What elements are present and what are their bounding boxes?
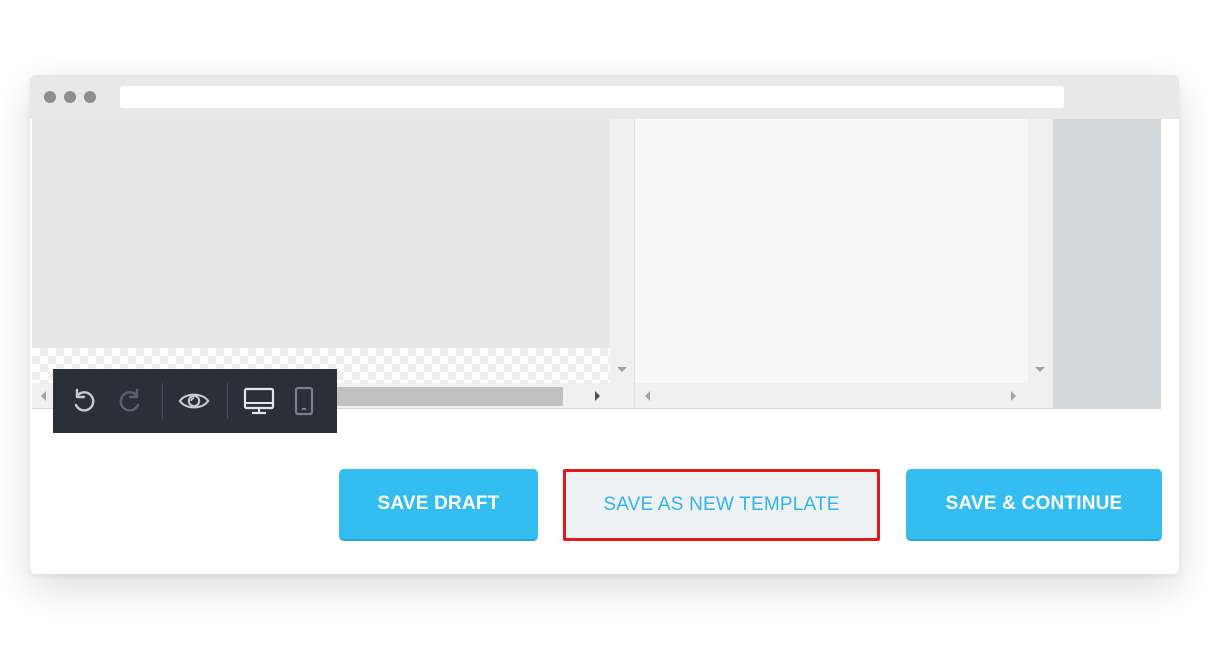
editor-area (32, 119, 1161, 433)
scroll-left-arrow-icon[interactable] (41, 391, 46, 401)
desktop-icon (243, 387, 275, 415)
scroll-down-arrow-icon[interactable] (1035, 367, 1045, 372)
redo-icon (119, 388, 140, 412)
undo-button[interactable] (68, 385, 100, 417)
save-draft-button[interactable]: SAVE DRAFT (339, 469, 538, 541)
save-and-continue-button[interactable]: SAVE & CONTINUE (906, 469, 1162, 541)
design-canvas[interactable] (32, 119, 610, 383)
undo-icon (74, 388, 95, 412)
scroll-left-arrow-icon[interactable] (645, 391, 650, 401)
horizontal-scrollbar-right[interactable] (635, 383, 1028, 408)
action-bar: SAVE DRAFT SAVE AS NEW TEMPLATE SAVE & C… (30, 469, 1179, 543)
vertical-scrollbar-right[interactable] (1028, 119, 1052, 408)
scroll-down-arrow-icon[interactable] (617, 367, 627, 372)
maximize-dot[interactable] (84, 91, 96, 103)
browser-titlebar (30, 75, 1179, 119)
desktop-view-button[interactable] (243, 385, 275, 417)
save-as-new-template-button[interactable]: SAVE AS NEW TEMPLATE (563, 469, 880, 541)
close-dot[interactable] (44, 91, 56, 103)
preview-canvas[interactable] (635, 119, 1028, 383)
preview-button[interactable] (178, 385, 210, 417)
scroll-right-arrow-icon[interactable] (595, 391, 600, 401)
toolbar-divider (162, 383, 163, 419)
toolbar-divider (227, 383, 228, 419)
eye-icon (178, 393, 210, 409)
address-bar[interactable] (120, 86, 1064, 108)
mobile-view-button[interactable] (288, 385, 320, 417)
side-panel (1053, 119, 1161, 408)
editor-toolbar (53, 369, 337, 433)
minimize-dot[interactable] (64, 91, 76, 103)
redo-button[interactable] (114, 385, 146, 417)
scroll-right-arrow-icon[interactable] (1011, 391, 1016, 401)
mobile-icon (294, 386, 314, 416)
browser-window: SAVE DRAFT SAVE AS NEW TEMPLATE SAVE & C… (30, 75, 1179, 574)
vertical-scrollbar-left[interactable] (610, 119, 635, 408)
